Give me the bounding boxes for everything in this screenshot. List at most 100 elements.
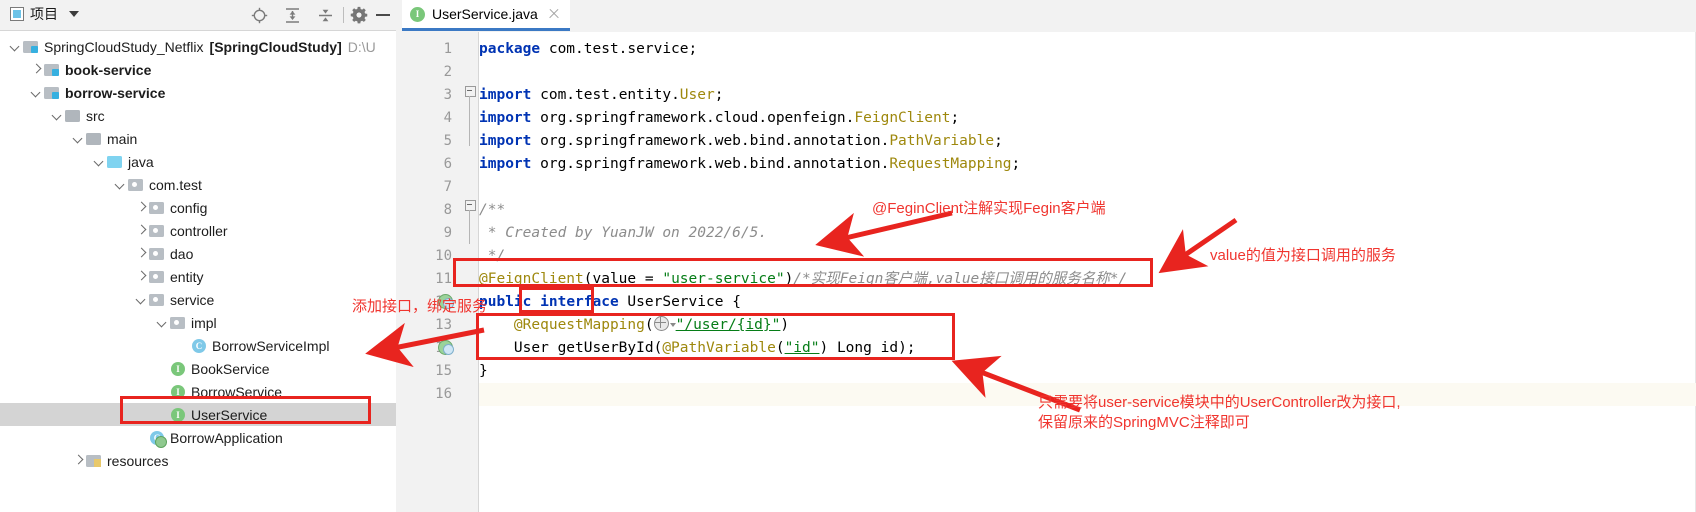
project-window-icon xyxy=(10,7,24,21)
tree-item-bookservice[interactable]: I BookService xyxy=(0,357,396,380)
locate-icon[interactable] xyxy=(251,7,268,24)
close-icon[interactable] xyxy=(548,8,560,20)
code-token: PathVariable xyxy=(889,133,995,149)
folder-icon xyxy=(65,108,81,124)
collapse-arrow-icon[interactable] xyxy=(115,179,126,190)
expand-arrow-icon[interactable] xyxy=(73,455,84,466)
line-number: 7 xyxy=(443,179,452,195)
collapse-arrow-icon[interactable] xyxy=(10,41,21,52)
package-icon xyxy=(149,292,165,308)
collapse-arrow-icon[interactable] xyxy=(52,110,63,121)
fold-line-javadoc xyxy=(469,210,470,244)
code-token: ; xyxy=(1011,156,1021,172)
tree-item-userservice[interactable]: I UserService xyxy=(0,403,396,426)
line-number: 16 xyxy=(435,386,452,402)
tree-item-src[interactable]: src xyxy=(0,104,396,127)
code-line: */ xyxy=(479,245,505,268)
tree-item-label: book-service xyxy=(65,61,152,78)
tree-item-resources[interactable]: resources xyxy=(0,449,396,472)
chevron-down-icon[interactable] xyxy=(69,11,79,17)
line-number: 15 xyxy=(435,363,452,379)
tree-item-label: BookService xyxy=(191,360,270,377)
code-token: @PathVariable xyxy=(662,340,776,356)
code-token: interface xyxy=(540,294,619,310)
tree-item-config[interactable]: config xyxy=(0,196,396,219)
collapse-all-icon[interactable] xyxy=(317,7,334,24)
tree-item-borrowservice[interactable]: I BorrowService xyxy=(0,380,396,403)
expand-all-icon[interactable] xyxy=(284,7,301,24)
code-token: Long xyxy=(836,340,872,356)
fold-marker-javadoc[interactable] xyxy=(465,200,476,211)
package-icon xyxy=(149,200,165,216)
package-icon xyxy=(170,315,186,331)
package-icon xyxy=(149,246,165,262)
line-number: 6 xyxy=(443,156,452,172)
tree-item-com-test[interactable]: com.test xyxy=(0,173,396,196)
project-title-button[interactable]: 项目 xyxy=(10,4,79,24)
expand-arrow-icon[interactable] xyxy=(136,202,147,213)
tree-item-dao[interactable]: dao xyxy=(0,242,396,265)
tree-item-controller[interactable]: controller xyxy=(0,219,396,242)
collapse-arrow-icon[interactable] xyxy=(73,133,84,144)
code-line: package com.test.service; xyxy=(479,38,697,61)
tree-item-impl[interactable]: impl xyxy=(0,311,396,334)
code-line: /** xyxy=(479,199,505,222)
code-token: ) xyxy=(780,317,790,333)
code-token-string-link[interactable]: "/user/{id}" xyxy=(676,317,781,333)
tree-item-main[interactable]: main xyxy=(0,127,396,150)
gear-icon[interactable] xyxy=(350,6,368,24)
expand-arrow-icon[interactable] xyxy=(31,64,42,75)
code-line: * Created by YuanJW on 2022/6/5. xyxy=(479,222,767,245)
code-token-string-link[interactable]: "id" xyxy=(785,340,820,356)
collapse-arrow-icon[interactable] xyxy=(157,317,168,328)
line-number-gutter: 12345678910111213141516 xyxy=(396,32,462,512)
code-token: ; xyxy=(950,110,960,126)
tree-item-label: service xyxy=(170,291,215,308)
expand-arrow-icon[interactable] xyxy=(136,225,147,236)
tree-item-label: impl xyxy=(191,314,217,331)
collapse-arrow-icon[interactable] xyxy=(31,87,42,98)
interface-icon: I xyxy=(170,407,186,423)
editor-tabbar: I UserService.java xyxy=(396,0,1696,33)
code-line: import org.springframework.web.bind.anno… xyxy=(479,130,1003,153)
gutter-implementation-icon[interactable] xyxy=(438,294,454,309)
code-token: import xyxy=(479,133,532,149)
tree-item-service[interactable]: service xyxy=(0,288,396,311)
interface-icon: I xyxy=(170,384,186,400)
expand-arrow-icon[interactable] xyxy=(136,248,147,259)
code-line: } xyxy=(479,360,488,383)
code-token: User getUserById( xyxy=(479,340,663,356)
tree-item-entity[interactable]: entity xyxy=(0,265,396,288)
interface-icon: I xyxy=(410,6,425,22)
collapse-arrow-icon[interactable] xyxy=(94,156,105,167)
expand-arrow-icon[interactable] xyxy=(136,271,147,282)
tree-item-label: dao xyxy=(170,245,194,262)
web-reference-icon[interactable] xyxy=(653,316,669,331)
code-token: org.springframework.cloud.openfeign. xyxy=(531,110,855,126)
code-token: org.springframework.web.bind.annotation. xyxy=(531,156,890,172)
minimize-icon[interactable] xyxy=(376,14,390,16)
line-number: 3 xyxy=(443,87,452,103)
line-number: 13 xyxy=(435,317,452,333)
tree-item-label: resources xyxy=(107,452,169,469)
code-token: ; xyxy=(714,87,724,103)
tab-userservice-java[interactable]: I UserService.java xyxy=(402,0,570,31)
tree-item-borrowapplication[interactable]: CBorrowApplication xyxy=(0,426,396,449)
tree-item-book-service[interactable]: book-service xyxy=(0,58,396,81)
tree-item-borrow-service[interactable]: borrow-service xyxy=(0,81,396,104)
line-number: 11 xyxy=(435,271,452,287)
module-folder-icon xyxy=(23,39,39,55)
tree-item-label: entity xyxy=(170,268,204,285)
code-content[interactable]: package com.test.service; import com.test… xyxy=(479,32,1696,512)
collapse-arrow-icon[interactable] xyxy=(136,294,147,305)
tree-item-java[interactable]: java xyxy=(0,150,396,173)
tree-item-borrowserviceimpl[interactable]: C BorrowServiceImpl xyxy=(0,334,396,357)
fold-marker-import[interactable] xyxy=(465,86,476,97)
tree-item-springcloudstudy-netflix[interactable]: SpringCloudStudy_Netflix [SpringCloudStud… xyxy=(0,35,396,58)
gutter-implementation-icon[interactable] xyxy=(438,340,454,355)
tab-label: UserService.java xyxy=(432,6,538,22)
